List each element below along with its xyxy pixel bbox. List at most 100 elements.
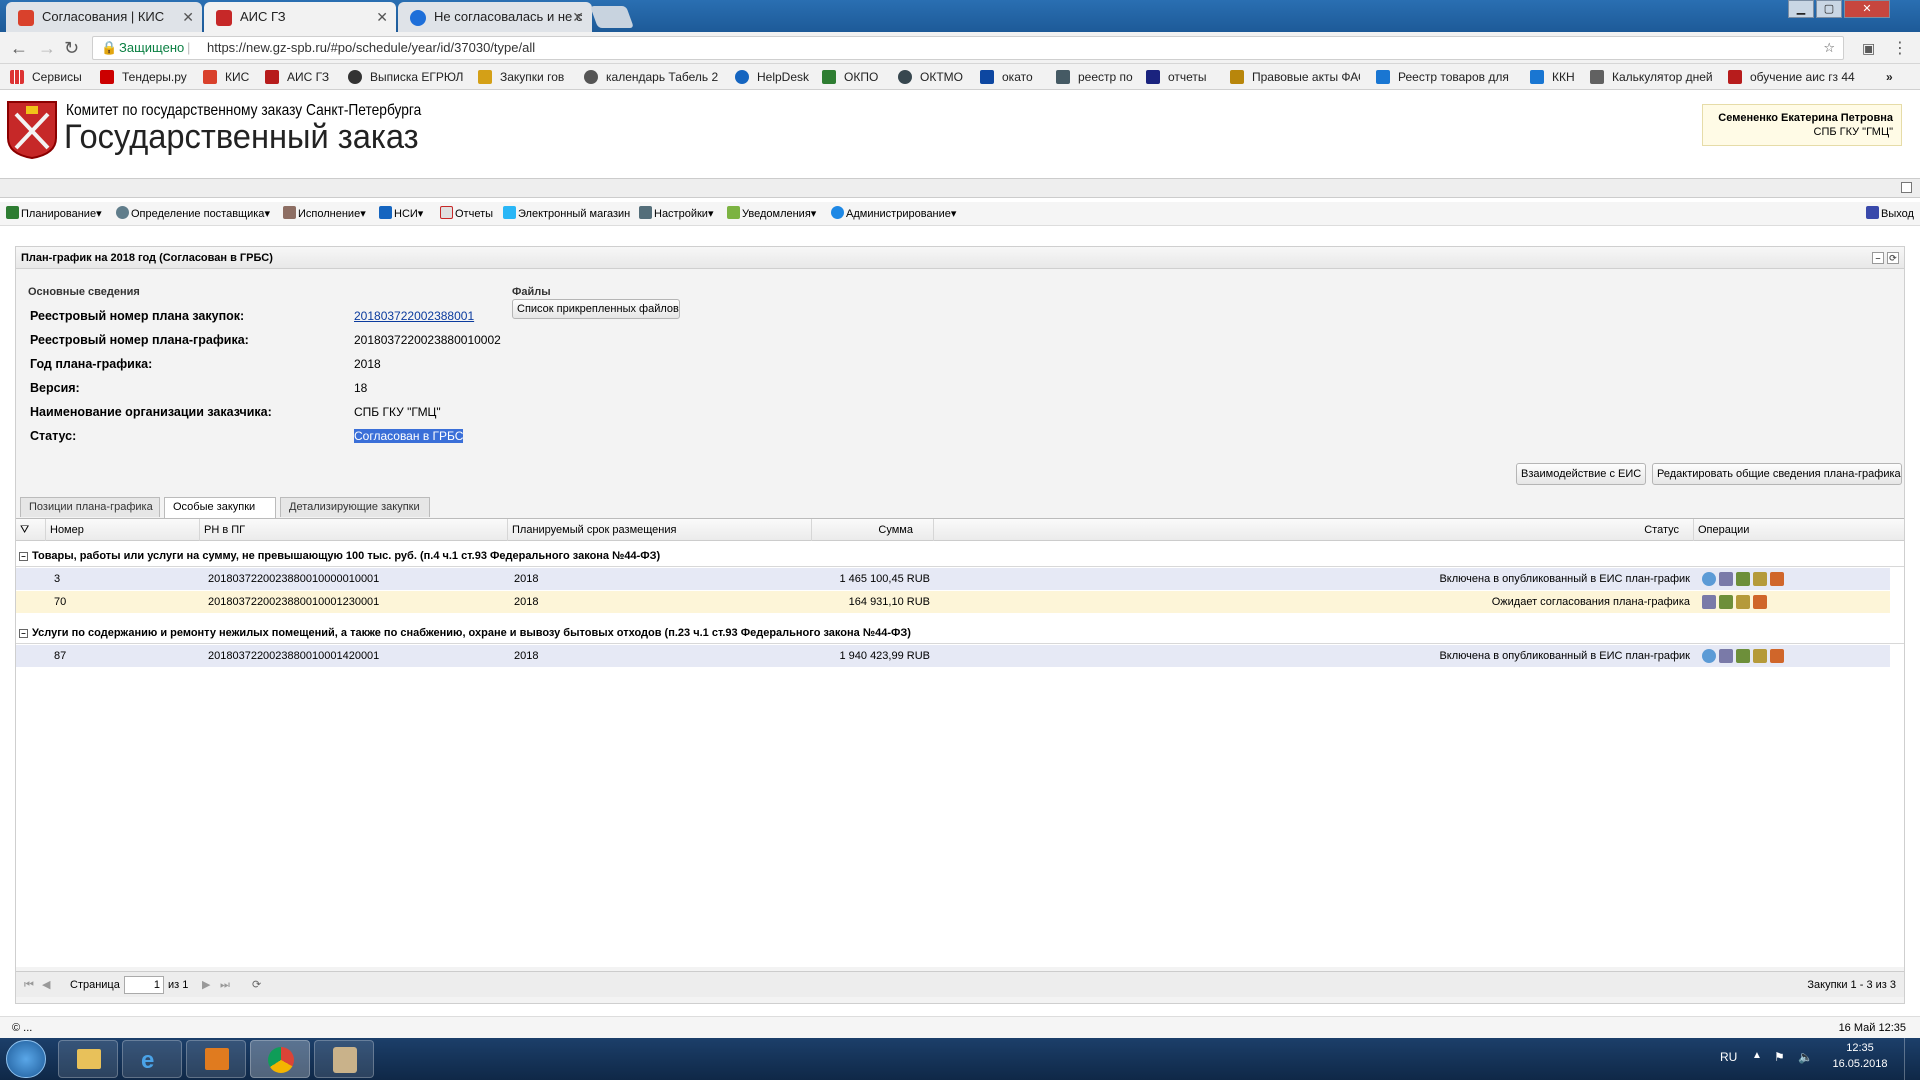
collapse-icon[interactable] xyxy=(1901,182,1912,193)
outlook-taskbar-button[interactable] xyxy=(186,1040,246,1078)
bookmark-item[interactable]: окато xyxy=(980,68,1033,86)
col-status[interactable]: Статус xyxy=(934,519,1694,541)
ie-taskbar-button[interactable]: e xyxy=(122,1040,182,1078)
bookmark-item[interactable]: АИС ГЗ xyxy=(265,68,329,86)
menu-admin[interactable]: Администрирование▾ xyxy=(831,206,956,222)
minimize-button[interactable]: ▁ xyxy=(1788,0,1814,18)
window-close-button[interactable]: ✕ xyxy=(1844,0,1890,18)
bookmark-item[interactable]: календарь Табель 2 xyxy=(584,68,718,86)
menu-settings[interactable]: Настройки▾ xyxy=(639,206,713,222)
edit-pencil-icon[interactable] xyxy=(1719,649,1733,663)
bookmark-item[interactable]: Тендеры.ру xyxy=(100,68,187,86)
approve-document-icon[interactable] xyxy=(1753,649,1767,663)
next-page-icon[interactable]: ▶ xyxy=(202,972,210,998)
forward-arrow-icon[interactable]: → xyxy=(38,38,56,59)
logout-link[interactable]: Выход xyxy=(1866,206,1914,222)
prev-page-icon[interactable]: ◀ xyxy=(42,972,50,998)
browser-tab-mail[interactable]: Не согласовалась и не с ✕ xyxy=(398,2,592,32)
bookmark-item[interactable]: Калькулятор дней xyxy=(1590,68,1713,86)
approve-document-icon[interactable] xyxy=(1753,572,1767,586)
bookmark-item[interactable]: Реестр товаров для xyxy=(1376,68,1516,86)
chart-icon[interactable] xyxy=(1753,595,1767,609)
bookmark-item[interactable]: КИС xyxy=(203,68,249,86)
browser-tab-ais[interactable]: АИС ГЗ ✕ xyxy=(204,2,396,32)
refresh-panel-icon[interactable]: ⟳ xyxy=(1887,252,1899,264)
app-taskbar-button[interactable] xyxy=(314,1040,374,1078)
bookmark-item[interactable]: обучение аис гз 44 xyxy=(1728,68,1878,86)
menu-execution[interactable]: Исполнение▾ xyxy=(283,206,366,222)
star-icon[interactable]: ☆ xyxy=(1823,37,1835,59)
first-page-icon[interactable]: ⏮ xyxy=(24,972,34,998)
eis-interaction-button[interactable]: Взаимодействие с ЕИС xyxy=(1516,463,1646,485)
attached-files-button[interactable]: Список прикрепленных файлов xyxy=(512,299,680,319)
table-row[interactable]: 87 2018037220023880010001420001 2018 1 9… xyxy=(16,645,1890,667)
plan-reg-number-link[interactable]: 201803722002388001 xyxy=(354,309,474,323)
chart-icon[interactable] xyxy=(1770,572,1784,586)
edit-general-info-button[interactable]: Редактировать общие сведения плана-графи… xyxy=(1652,463,1902,485)
tray-time[interactable]: 12:35 xyxy=(1830,1042,1890,1054)
bookmark-item[interactable]: отчеты xyxy=(1146,68,1207,86)
menu-planning[interactable]: Планирование▾ xyxy=(6,206,102,222)
table-row[interactable]: 3 2018037220023880010000010001 2018 1 46… xyxy=(16,568,1890,590)
explorer-taskbar-button[interactable] xyxy=(58,1040,118,1078)
bookmark-item[interactable]: HelpDesk xyxy=(735,68,809,86)
language-indicator[interactable]: RU xyxy=(1720,1050,1737,1064)
edit-pencil-icon[interactable] xyxy=(1702,595,1716,609)
bookmark-item[interactable]: Правовые акты ФАС xyxy=(1230,68,1360,86)
menu-supplier[interactable]: Определение поставщика▾ xyxy=(116,206,270,222)
reload-icon[interactable]: ↻ xyxy=(64,38,79,59)
flag-icon[interactable]: ⚑ xyxy=(1774,1050,1785,1064)
bookmark-item[interactable]: реестр по xyxy=(1056,68,1133,86)
approve-document-icon[interactable] xyxy=(1736,595,1750,609)
table-row[interactable]: 70 2018037220023880010001230001 2018 164… xyxy=(16,591,1890,613)
close-icon[interactable]: ✕ xyxy=(572,2,584,32)
page-number-input[interactable] xyxy=(124,976,164,994)
close-icon[interactable]: ✕ xyxy=(376,2,388,32)
group-header[interactable]: – Услуги по содержанию и ремонту нежилых … xyxy=(16,622,1904,644)
bookmark-item[interactable]: ОКПО xyxy=(822,68,878,86)
bookmark-item[interactable]: ОКТМО xyxy=(898,68,963,86)
col-rn[interactable]: РН в ПГ xyxy=(200,519,508,541)
speaker-icon[interactable]: 🔈 xyxy=(1798,1050,1813,1064)
maximize-button[interactable]: ▢ xyxy=(1816,0,1842,18)
bookmark-item[interactable]: Выписка ЕГРЮЛ xyxy=(348,68,463,86)
tab-special-purchases[interactable]: Особые закупки xyxy=(164,497,276,518)
col-sum[interactable]: Сумма xyxy=(812,519,934,541)
menu-dots-icon[interactable]: ⋮ xyxy=(1892,38,1908,58)
extension-icon[interactable]: ▣ xyxy=(1862,40,1875,57)
back-arrow-icon[interactable]: ← xyxy=(10,38,28,59)
show-desktop-button[interactable] xyxy=(1904,1038,1920,1080)
bookmarks-overflow-icon[interactable]: » xyxy=(1886,68,1893,86)
menu-eshop[interactable]: Электронный магазин xyxy=(503,206,630,222)
group-header[interactable]: – Товары, работы или услуги на сумму, не … xyxy=(16,545,1904,567)
bookmark-item[interactable]: ККН xyxy=(1530,68,1575,86)
chart-icon[interactable] xyxy=(1770,649,1784,663)
collapse-toggle-icon[interactable]: – xyxy=(19,629,28,638)
new-tab-button[interactable] xyxy=(589,6,635,28)
tab-schedule-positions[interactable]: Позиции плана-графика xyxy=(20,497,160,517)
settings-gears-icon[interactable] xyxy=(1736,572,1750,586)
chrome-taskbar-button[interactable] xyxy=(250,1040,310,1078)
settings-gears-icon[interactable] xyxy=(1736,649,1750,663)
tray-expand-icon[interactable]: ▲ xyxy=(1752,1050,1762,1061)
bookmark-apps[interactable]: Сервисы xyxy=(10,68,82,86)
col-number[interactable]: Номер xyxy=(46,519,200,541)
filter-icon[interactable]: ⛛ xyxy=(16,519,46,541)
collapse-toggle-icon[interactable]: – xyxy=(19,552,28,561)
tab-detailing-purchases[interactable]: Детализирующие закупки xyxy=(280,497,430,517)
start-button[interactable] xyxy=(6,1040,46,1078)
minimize-panel-icon[interactable]: – xyxy=(1872,252,1884,264)
refresh-icon[interactable]: ⟳ xyxy=(252,972,261,998)
menu-nsi[interactable]: НСИ▾ xyxy=(379,206,423,222)
edit-pencil-icon[interactable] xyxy=(1719,572,1733,586)
settings-gears-icon[interactable] xyxy=(1719,595,1733,609)
col-term[interactable]: Планируемый срок размещения xyxy=(508,519,812,541)
tray-date[interactable]: 16.05.2018 xyxy=(1826,1058,1894,1070)
menu-notifications[interactable]: Уведомления▾ xyxy=(727,206,816,222)
bookmark-item[interactable]: Закупки гов xyxy=(478,68,564,86)
history-icon[interactable] xyxy=(1702,649,1716,663)
last-page-icon[interactable]: ⏭ xyxy=(220,972,230,998)
history-icon[interactable] xyxy=(1702,572,1716,586)
address-bar[interactable]: 🔒 Защищено | https://new.gz-spb.ru/#po/s… xyxy=(92,36,1844,60)
close-icon[interactable]: ✕ xyxy=(182,2,194,32)
